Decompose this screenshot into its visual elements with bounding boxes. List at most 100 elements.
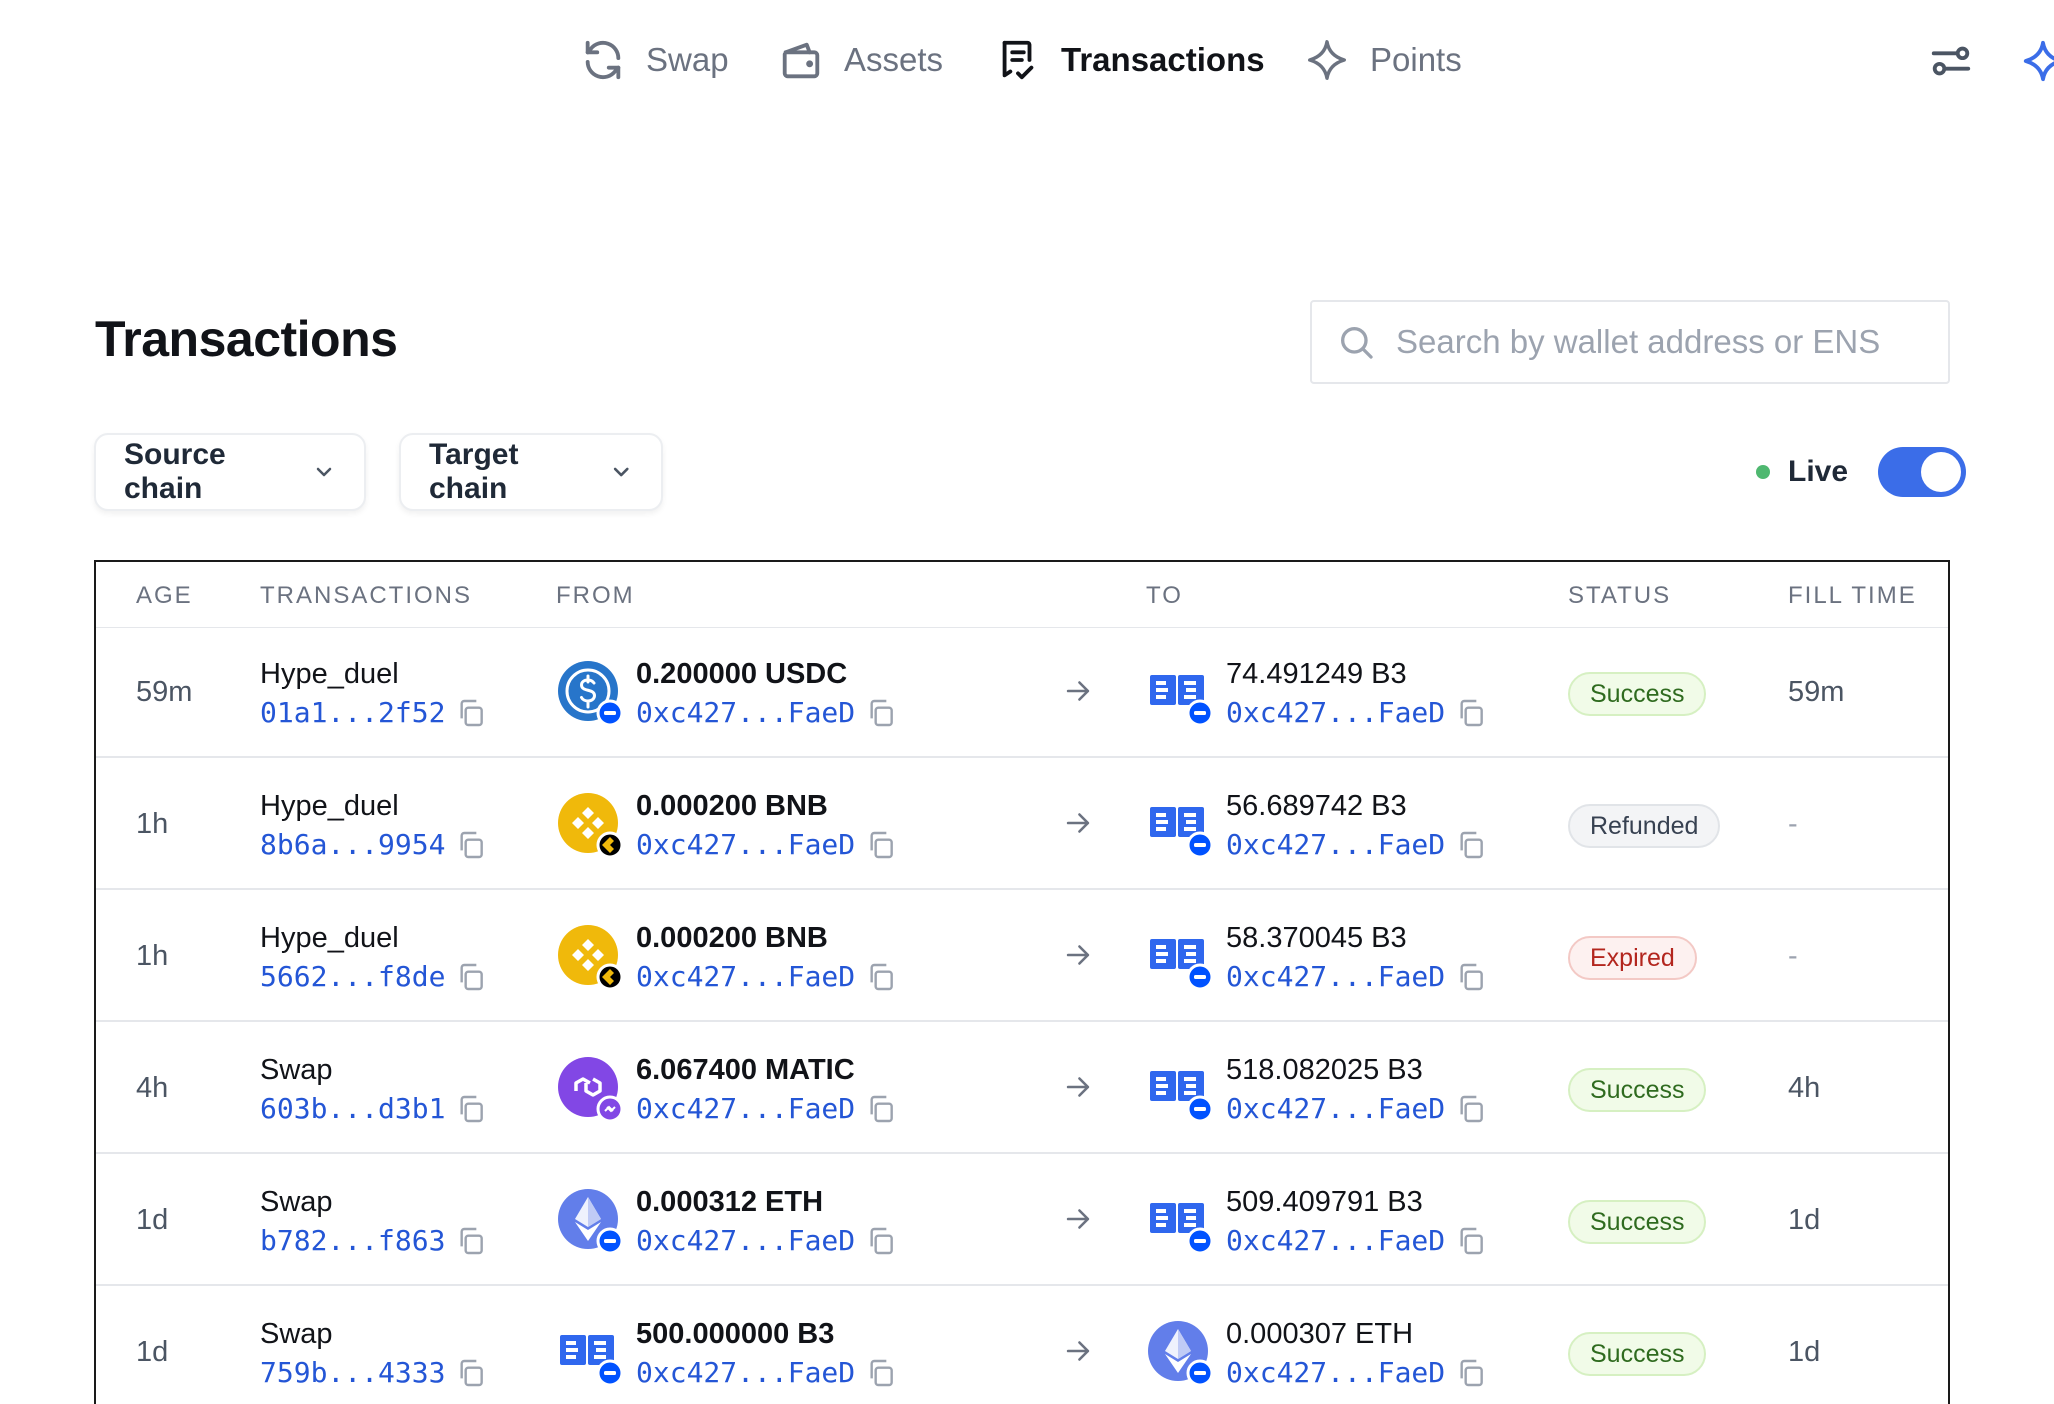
transaction-type: Hype_duel	[260, 658, 399, 690]
copy-icon[interactable]	[455, 829, 487, 861]
settings-sliders-icon[interactable]	[1928, 38, 1974, 84]
arrow-right-icon	[1066, 681, 1090, 701]
copy-icon[interactable]	[455, 1357, 487, 1389]
copy-icon[interactable]	[865, 1357, 897, 1389]
copy-icon[interactable]	[1455, 697, 1487, 729]
arrow-right-icon	[1066, 813, 1090, 833]
copy-icon[interactable]	[1455, 1093, 1487, 1125]
to-address: 0xc427...FaeD	[1226, 696, 1487, 729]
search-box[interactable]	[1310, 300, 1950, 384]
live-indicator: Live	[1756, 446, 1967, 498]
arrow-right-icon	[1066, 1077, 1090, 1097]
nav-item-points[interactable]: Points	[1304, 30, 1462, 90]
source-chain-label: Source chain	[124, 438, 226, 505]
copy-icon[interactable]	[455, 697, 487, 729]
copy-icon[interactable]	[455, 1225, 487, 1257]
target-chain-dropdown[interactable]: Target chain	[399, 433, 663, 511]
table-row[interactable]: 59m Hype_duel 01a1...2f52 0.200000 USDC 0xc4…	[96, 628, 1948, 758]
arrow-right-icon	[1066, 945, 1090, 965]
to-address-link[interactable]: 0xc427...FaeD	[1226, 1356, 1445, 1389]
chevron-down-icon	[613, 467, 629, 477]
to-amount: 56.689742 B3	[1226, 790, 1407, 822]
transaction-hash-link[interactable]: 8b6a...9954	[260, 828, 445, 861]
transaction-hash-link[interactable]: 5662...f8de	[260, 960, 445, 993]
to-address-link[interactable]: 0xc427...FaeD	[1226, 1092, 1445, 1125]
transaction-hash-link[interactable]: 759b...4333	[260, 1356, 445, 1389]
transaction-hash-link[interactable]: 01a1...2f52	[260, 696, 445, 729]
copy-icon[interactable]	[455, 1093, 487, 1125]
to-address-link[interactable]: 0xc427...FaeD	[1226, 696, 1445, 729]
nav-item-transactions[interactable]: Transactions	[995, 30, 1265, 90]
copy-icon[interactable]	[865, 961, 897, 993]
transaction-hash-link[interactable]: 603b...d3b1	[260, 1092, 445, 1125]
age-cell: 1d	[136, 1204, 169, 1236]
from-amount: 0.200000 USDC	[636, 658, 848, 690]
from-address-link[interactable]: 0xc427...FaeD	[636, 696, 855, 729]
nav-item-assets[interactable]: Assets	[778, 30, 943, 90]
copy-icon[interactable]	[1455, 961, 1487, 993]
from-amount: 0.000312 ETH	[636, 1186, 824, 1218]
to-address: 0xc427...FaeD	[1226, 1092, 1487, 1125]
table-row[interactable]: 1h Hype_duel 8b6a...9954 0.000200 BNB 0xc427…	[96, 760, 1948, 890]
transaction-hash: b782...f863	[260, 1224, 487, 1257]
page-title: Transactions	[95, 311, 398, 367]
to-address: 0xc427...FaeD	[1226, 1356, 1487, 1389]
age-cell: 1h	[136, 808, 169, 840]
to-address-link[interactable]: 0xc427...FaeD	[1226, 828, 1445, 861]
column-header-transactions: TRANSACTIONS	[260, 582, 473, 609]
column-header-from: FROM	[556, 582, 635, 609]
top-navigation: Swap Assets Transactions Points	[0, 0, 2054, 120]
fill-time-cell: 4h	[1788, 1072, 1821, 1104]
bnb-token-icon	[558, 793, 624, 859]
from-address-link[interactable]: 0xc427...FaeD	[636, 960, 855, 993]
sparkle-icon	[1308, 40, 1346, 80]
nav-item-swap[interactable]: Swap	[580, 30, 729, 90]
nav-item-label: Transactions	[1061, 41, 1265, 78]
to-address-link[interactable]: 0xc427...FaeD	[1226, 960, 1445, 993]
arrow-right-icon	[1066, 1341, 1090, 1361]
table-row[interactable]: 1d Swap b782...f863 0.000312 ETH 0xc427...Fa…	[96, 1156, 1948, 1286]
nav-item-label: Assets	[844, 41, 944, 78]
from-address-link[interactable]: 0xc427...FaeD	[636, 1356, 855, 1389]
transaction-type: Hype_duel	[260, 922, 399, 954]
copy-icon[interactable]	[1455, 1357, 1487, 1389]
source-chain-dropdown[interactable]: Source chain	[94, 433, 366, 511]
from-address: 0xc427...FaeD	[636, 960, 897, 993]
b3-token-icon	[1150, 1203, 1214, 1255]
usdc-token-icon	[558, 661, 624, 727]
from-address-link[interactable]: 0xc427...FaeD	[636, 828, 855, 861]
fill-time-cell: 59m	[1788, 676, 1845, 708]
transaction-type: Swap	[260, 1054, 333, 1086]
copy-icon[interactable]	[455, 961, 487, 993]
copy-icon[interactable]	[865, 1225, 897, 1257]
table-row[interactable]: 1h Hype_duel 5662...f8de 0.000200 BNB 0xc427…	[96, 892, 1948, 1022]
live-toggle[interactable]	[1878, 447, 1967, 497]
column-header-age: AGE	[136, 582, 193, 609]
copy-icon[interactable]	[1455, 1225, 1487, 1257]
fill-time-cell: 1d	[1788, 1336, 1821, 1368]
chevron-down-icon	[316, 467, 332, 477]
fill-time-cell: -	[1788, 808, 1798, 840]
sparkle-icon[interactable]	[2020, 38, 2054, 84]
transactions-table: AGE TRANSACTIONS FROM TO STATUS FILL TIM…	[94, 560, 1950, 1404]
from-address-link[interactable]: 0xc427...FaeD	[636, 1092, 855, 1125]
fill-time-cell: 1d	[1788, 1204, 1821, 1236]
table-row[interactable]: 1d Swap 759b...4333 500.000000 B3 0xc427...F…	[96, 1288, 1948, 1404]
copy-icon[interactable]	[865, 697, 897, 729]
b3-token-icon	[1150, 939, 1214, 991]
wallet-icon	[782, 42, 820, 79]
to-address: 0xc427...FaeD	[1226, 960, 1487, 993]
age-cell: 4h	[136, 1072, 169, 1104]
copy-icon[interactable]	[1455, 829, 1487, 861]
transaction-hash-link[interactable]: b782...f863	[260, 1224, 445, 1257]
table-row[interactable]: 4h Swap 603b...d3b1 6.067400 MATIC 0xc427...…	[96, 1024, 1948, 1154]
transaction-type: Hype_duel	[260, 790, 399, 822]
from-address-link[interactable]: 0xc427...FaeD	[636, 1224, 855, 1257]
age-cell: 59m	[136, 676, 193, 708]
eth-token-icon	[1148, 1321, 1214, 1387]
to-amount: 0.000307 ETH	[1226, 1318, 1414, 1350]
to-address-link[interactable]: 0xc427...FaeD	[1226, 1224, 1445, 1257]
copy-icon[interactable]	[865, 829, 897, 861]
search-input[interactable]	[1396, 323, 1936, 361]
copy-icon[interactable]	[865, 1093, 897, 1125]
